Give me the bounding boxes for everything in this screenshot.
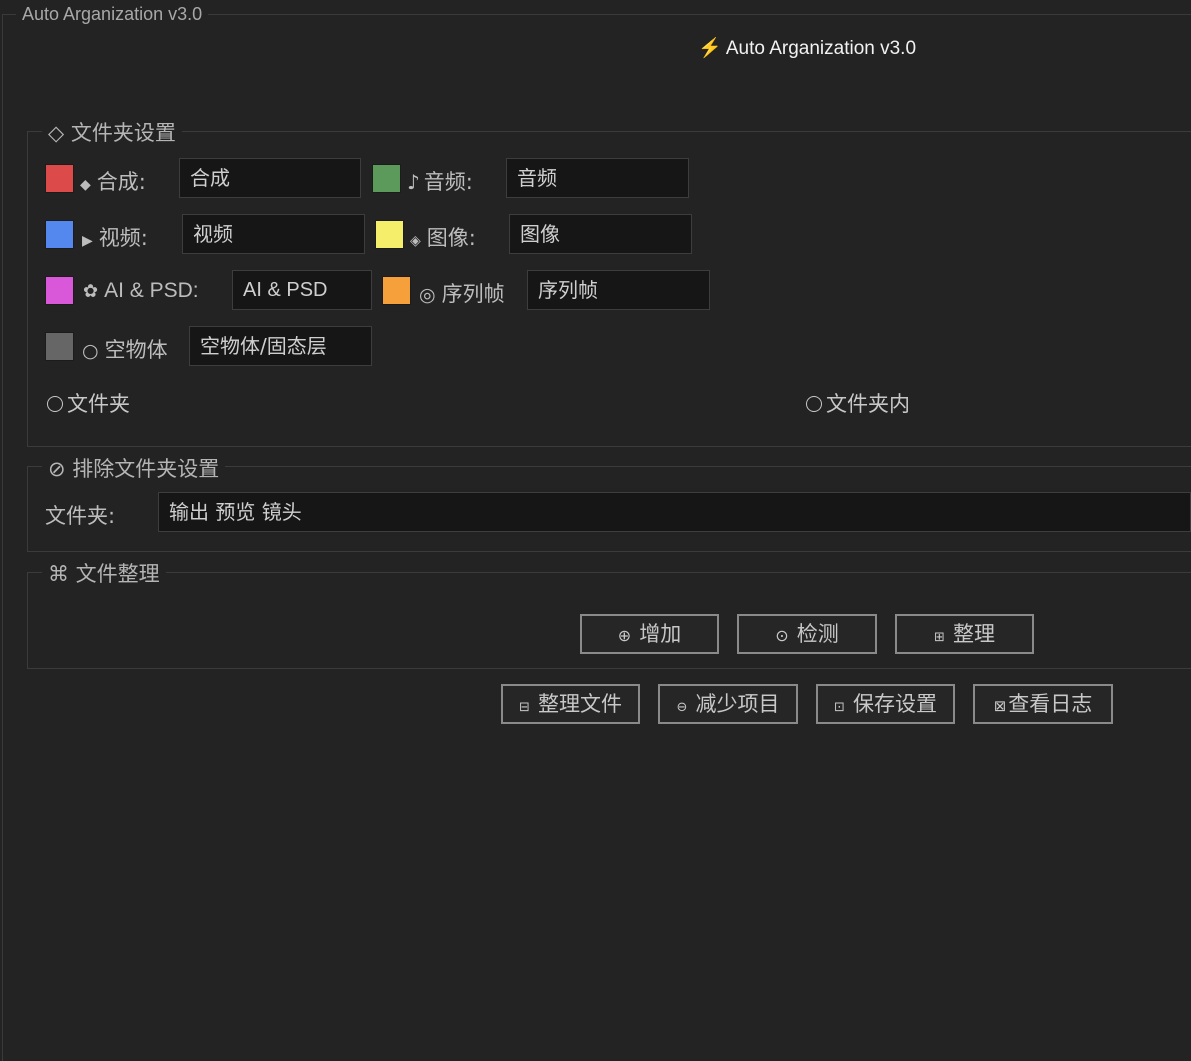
folder-settings-title: ◇ 文件夹设置 (42, 117, 182, 147)
composition-label-text: 合成: (96, 170, 146, 194)
video-color-swatch[interactable] (45, 220, 74, 249)
audio-label-text: 音频: (423, 170, 473, 194)
reduce-project-label: 减少项目 (695, 692, 780, 716)
radio-inside-folder-label: 文件夹内 (826, 392, 910, 416)
null-object-label: ○ 空物体 (82, 334, 168, 364)
null-object-folder-input[interactable]: 空物体/固态层 (189, 326, 372, 366)
dot-box-icon: ⊡ (834, 700, 845, 715)
ai-psd-label: ✿ AI & PSD: (83, 278, 199, 303)
view-log-label: 查看日志 (1008, 692, 1093, 716)
radio-folder[interactable]: 文件夹 (47, 388, 130, 418)
add-button[interactable]: ⊕ 增加 (580, 614, 719, 654)
exclude-folder-label: 文件夹: (45, 504, 116, 528)
composition-color-swatch[interactable] (45, 164, 74, 193)
image-label-text: 图像: (426, 226, 476, 250)
organize-files-label: 整理文件 (537, 692, 622, 716)
radio-folder-label: 文件夹 (67, 392, 130, 416)
audio-folder-input[interactable]: 音频 (506, 158, 689, 198)
organize-title: ⌘ 文件整理 (42, 558, 166, 588)
target-icon: ◎ (419, 284, 436, 306)
music-note-icon: ♪ (407, 170, 420, 194)
dot-circle-icon: ⊙ (775, 626, 789, 645)
save-settings-label: 保存设置 (852, 692, 937, 716)
ai-psd-color-swatch[interactable] (45, 276, 74, 305)
composition-folder-input[interactable]: 合成 (179, 158, 361, 198)
radio-inside-folder-indicator (806, 396, 822, 412)
audio-label: ♪ 音频: (407, 166, 473, 196)
audio-color-swatch[interactable] (372, 164, 401, 193)
sequence-folder-input[interactable]: 序列帧 (527, 270, 710, 310)
grid-box-icon: ⊞ (934, 630, 945, 645)
image-label: ◈ 图像: (410, 222, 476, 252)
detect-button[interactable]: ⊙ 检测 (737, 614, 877, 654)
null-object-color-swatch[interactable] (45, 332, 74, 361)
detect-button-label: 检测 (796, 622, 839, 646)
video-label-text: 视频: (98, 226, 148, 250)
radio-folder-indicator (47, 396, 63, 412)
sequence-color-swatch[interactable] (382, 276, 411, 305)
image-diamond-icon: ◈ (410, 233, 421, 249)
plus-circle-icon: ⊕ (617, 626, 632, 645)
save-settings-button[interactable]: ⊡ 保存设置 (816, 684, 955, 724)
minus-box-icon: ⊟ (519, 700, 530, 715)
play-icon: ▶ (82, 233, 93, 249)
image-folder-input[interactable]: 图像 (509, 214, 692, 254)
exclude-folder-input[interactable]: 输出 预览 镜头 (158, 492, 1191, 532)
panel-title: Auto Arganization v3.0 (16, 4, 209, 25)
view-log-button[interactable]: ⊠查看日志 (973, 684, 1113, 724)
add-button-label: 增加 (639, 622, 682, 646)
image-color-swatch[interactable] (375, 220, 404, 249)
header-title: ⚡ Auto Arganization v3.0 (698, 38, 917, 59)
composition-label: ◆ 合成: (80, 166, 146, 196)
ai-psd-label-text: AI & PSD: (104, 279, 199, 302)
exclude-settings-title: ⊘ 排除文件夹设置 (42, 453, 226, 483)
video-folder-input[interactable]: 视频 (182, 214, 365, 254)
organize-files-button[interactable]: ⊟ 整理文件 (501, 684, 640, 724)
diamond-icon: ◆ (80, 177, 91, 193)
minus-circle-icon: ⊖ (676, 700, 688, 715)
null-object-label-text: 空物体 (104, 338, 168, 362)
circle-icon: ○ (82, 340, 99, 362)
sequence-label-text: 序列帧 (441, 282, 505, 306)
cross-box-icon: ⊠ (993, 697, 1007, 715)
radio-inside-folder[interactable]: 文件夹内 (806, 388, 910, 418)
sequence-label: ◎ 序列帧 (419, 278, 505, 308)
reduce-project-button[interactable]: ⊖ 减少项目 (658, 684, 798, 724)
ai-psd-folder-input[interactable]: AI & PSD (232, 270, 372, 310)
video-label: ▶ 视频: (82, 222, 148, 252)
organize-button[interactable]: ⊞ 整理 (895, 614, 1034, 654)
flower-icon: ✿ (83, 281, 99, 302)
organize-button-label: 整理 (952, 622, 995, 646)
